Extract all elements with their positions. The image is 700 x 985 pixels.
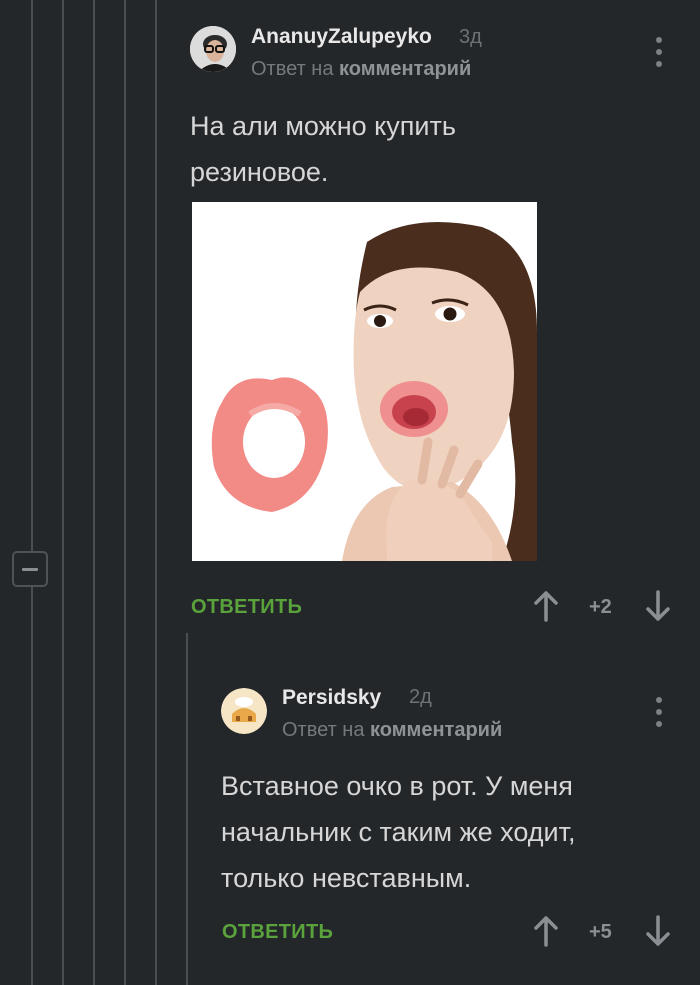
rating-score: +5 — [589, 921, 612, 943]
reply-target-link[interactable]: комментарий — [370, 719, 502, 741]
comment: Persidsky 2д Ответ на комментарий Вставн… — [0, 640, 700, 985]
comment: AnanuyZalupeyko 3д Ответ на комментарий … — [0, 0, 700, 640]
comment-text-line: резиновое. — [190, 157, 329, 187]
upvote-arrow-icon[interactable] — [533, 915, 559, 947]
comment-text-line: только невставным. — [221, 863, 472, 893]
user-cartoon-icon — [221, 688, 267, 734]
comment-text-line: На али можно купить — [190, 111, 456, 141]
username[interactable]: Persidsky — [282, 686, 381, 710]
comment-text-line: начальник с таким же ходит, — [221, 817, 576, 847]
comment-image[interactable] — [192, 202, 537, 561]
reply-prefix: Ответ на — [251, 58, 334, 80]
comment-age: 3д — [459, 26, 482, 48]
avatar[interactable] — [190, 26, 236, 72]
comment-text: На али можно купить резиновое. — [190, 103, 456, 195]
comment-age: 2д — [409, 686, 432, 708]
avatar[interactable] — [221, 688, 267, 734]
reply-prefix: Ответ на — [282, 719, 365, 741]
reply-target-link[interactable]: комментарий — [339, 58, 471, 80]
user-photo-icon — [190, 26, 236, 72]
more-options-icon[interactable] — [654, 697, 664, 727]
woman-with-mouth-gag-image — [192, 202, 537, 561]
upvote-arrow-icon[interactable] — [533, 590, 559, 622]
comment-text-line: Вставное очко в рот. У меня — [221, 771, 573, 801]
comment-text: Вставное очко в рот. У меня начальник с … — [221, 763, 576, 901]
reply-info: Ответ на комментарий — [251, 58, 471, 81]
reply-button[interactable]: ОТВЕТИТЬ — [191, 596, 302, 619]
downvote-arrow-icon[interactable] — [645, 915, 671, 947]
reply-button[interactable]: ОТВЕТИТЬ — [222, 921, 333, 944]
rating-score: +2 — [589, 596, 612, 618]
downvote-arrow-icon[interactable] — [645, 590, 671, 622]
more-options-icon[interactable] — [654, 37, 664, 67]
username[interactable]: AnanuyZalupeyko — [251, 25, 432, 49]
reply-info: Ответ на комментарий — [282, 719, 502, 742]
